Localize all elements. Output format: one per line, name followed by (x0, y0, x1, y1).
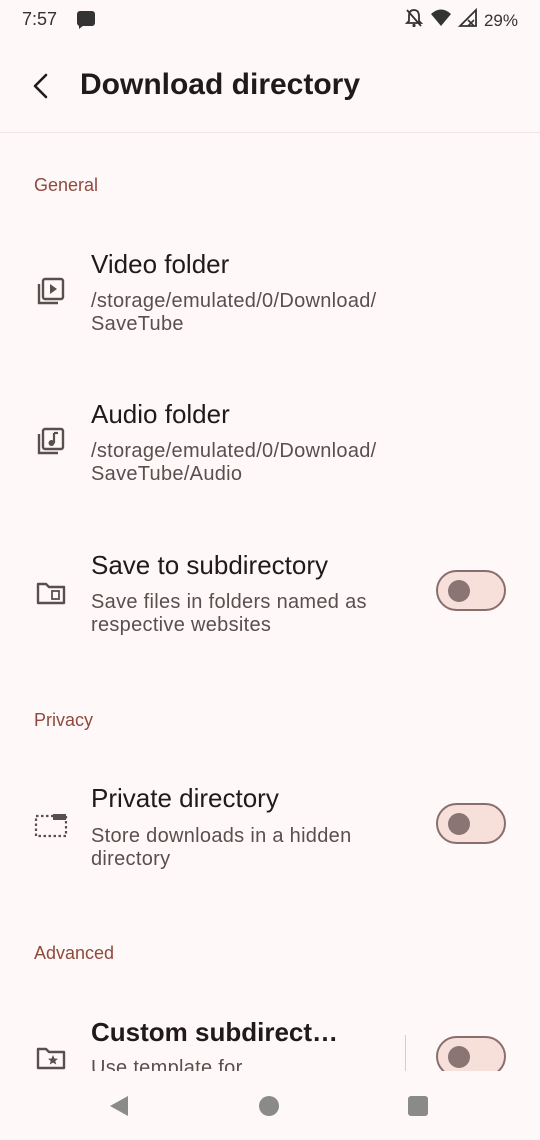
video-folder-item[interactable]: Video folder /storage/emulated/0/Downloa… (0, 233, 540, 363)
private-directory-summary-line1: Store downloads in a hidden (91, 825, 352, 847)
app-bar: Download directory (0, 40, 540, 133)
save-subdirectory-item[interactable]: Save to subdirectory Save files in folde… (0, 533, 540, 663)
item-divider (405, 1035, 406, 1071)
settings-list[interactable]: General Video folder /storage/emulated/0… (0, 133, 540, 1071)
section-header-advanced: Advanced (34, 943, 115, 963)
toggle-knob (448, 1046, 470, 1068)
signal-icon (457, 7, 478, 33)
status-icons: 29% (404, 7, 518, 33)
private-directory-title: Private directory (91, 783, 279, 813)
custom-subdirectory-title: Custom subdirect… (91, 1017, 339, 1047)
custom-subdirectory-item[interactable]: Custom subdirect… Use template for (0, 1001, 540, 1071)
nav-back-icon[interactable] (108, 1094, 130, 1123)
system-nav-bar (0, 1071, 540, 1140)
video-folder-path-line2: SaveTube (91, 313, 184, 335)
folder-icon (34, 576, 68, 610)
audio-folder-title: Audio folder (91, 399, 230, 429)
video-folder-path-line1: /storage/emulated/0/Download/ (91, 290, 377, 312)
section-header-privacy: Privacy (34, 710, 94, 730)
back-arrow-icon (33, 73, 48, 99)
section-header-general: General (34, 175, 99, 195)
video-folder-title: Video folder (91, 249, 230, 279)
save-subdirectory-title: Save to subdirectory (91, 550, 329, 580)
private-directory-item[interactable]: Private directory Store downloads in a h… (0, 768, 540, 898)
nav-recents-icon[interactable] (408, 1096, 428, 1116)
message-icon (76, 10, 96, 35)
nav-home-icon[interactable] (259, 1096, 279, 1116)
folder-star-icon (34, 1041, 68, 1071)
custom-subdirectory-summary-line1: Use template for (91, 1057, 243, 1071)
video-library-icon (34, 274, 68, 308)
private-directory-toggle[interactable] (436, 803, 506, 844)
custom-subdirectory-toggle[interactable] (436, 1036, 506, 1071)
audio-folder-path-line1: /storage/emulated/0/Download/ (91, 440, 377, 462)
toggle-knob (448, 813, 470, 835)
save-subdirectory-summary-line1: Save files in folders named as (91, 591, 367, 613)
back-button[interactable] (22, 66, 58, 106)
status-bar: 7:57 29% (0, 0, 540, 40)
audio-folder-item[interactable]: Audio folder /storage/emulated/0/Downloa… (0, 383, 540, 513)
toggle-knob (448, 580, 470, 602)
notifications-off-icon (404, 8, 424, 33)
private-directory-summary-line2: directory (91, 848, 171, 870)
hidden-folder-icon (34, 808, 68, 842)
audio-folder-path-line2: SaveTube/Audio (91, 463, 243, 485)
wifi-icon (430, 8, 452, 33)
save-subdirectory-summary-line2: respective websites (91, 614, 272, 636)
save-subdirectory-toggle[interactable] (436, 570, 506, 611)
status-time: 7:57 (22, 9, 58, 29)
battery-percent: 29% (483, 10, 518, 30)
audio-library-icon (34, 424, 68, 458)
page-title: Download directory (80, 68, 361, 101)
